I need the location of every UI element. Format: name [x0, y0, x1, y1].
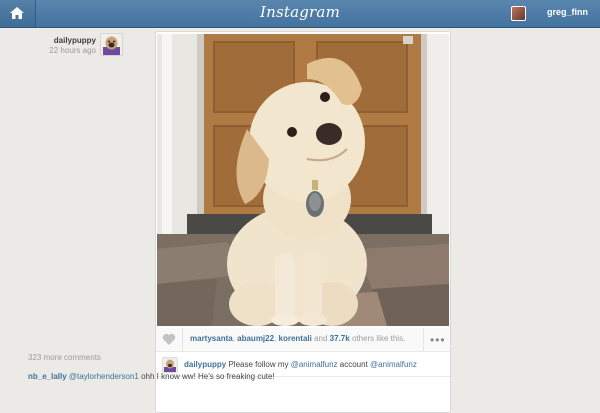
top-nav-bar: Instagram greg_finn — [0, 0, 600, 28]
liker-link[interactable]: korentali — [279, 334, 312, 343]
more-comments-link[interactable]: 323 more comments — [28, 353, 101, 362]
post-timestamp[interactable]: 22 hours ago — [0, 46, 96, 55]
comment-author-link[interactable]: nb_e_lally — [28, 372, 67, 381]
likes-summary: martysanta, abaumj22, korentali and 37.7… — [190, 334, 406, 343]
caption-mention[interactable]: @animalfunz — [291, 360, 338, 369]
like-button[interactable] — [156, 328, 183, 351]
likes-count[interactable]: 37.7k — [330, 334, 350, 343]
caption-body: Please follow my — [228, 360, 289, 369]
more-options-button[interactable]: ••• — [423, 328, 450, 351]
likes-and-text: and — [314, 334, 328, 343]
post-card: martysanta, abaumj22, korentali and 37.7… — [155, 31, 451, 413]
post-author-name[interactable]: dailypuppy — [0, 36, 96, 45]
liker-link[interactable]: martysanta — [190, 334, 233, 343]
more-dots-icon: ••• — [430, 333, 446, 347]
post-author-info: dailypuppy 22 hours ago — [0, 36, 96, 55]
username-link[interactable]: greg_finn — [547, 7, 588, 17]
likes-suffix: others like this. — [351, 334, 406, 343]
caption-author-avatar[interactable] — [162, 357, 178, 373]
caption-mention-2[interactable]: @animalfunz — [370, 360, 417, 369]
instagram-logo[interactable]: Instagram — [0, 3, 600, 21]
user-avatar[interactable] — [511, 6, 526, 21]
caption-author-link[interactable]: dailypuppy — [184, 360, 226, 369]
likes-row: martysanta, abaumj22, korentali and 37.7… — [156, 328, 450, 352]
caption-body-2: account — [339, 360, 368, 369]
caption-text: dailypuppy Please follow my @animalfunz … — [184, 360, 417, 369]
heart-icon — [162, 333, 176, 345]
post-author-avatar[interactable] — [100, 33, 123, 56]
comment-text: ohh I know ww! He's so freaking cute! — [141, 372, 275, 381]
post-photo[interactable] — [157, 34, 449, 326]
comment-mention[interactable]: @taylorhenderson1 — [69, 372, 139, 381]
comment-item: nb_e_lally @taylorhenderson1 ohh I know … — [28, 372, 275, 381]
liker-link[interactable]: abaumj22 — [237, 334, 274, 343]
